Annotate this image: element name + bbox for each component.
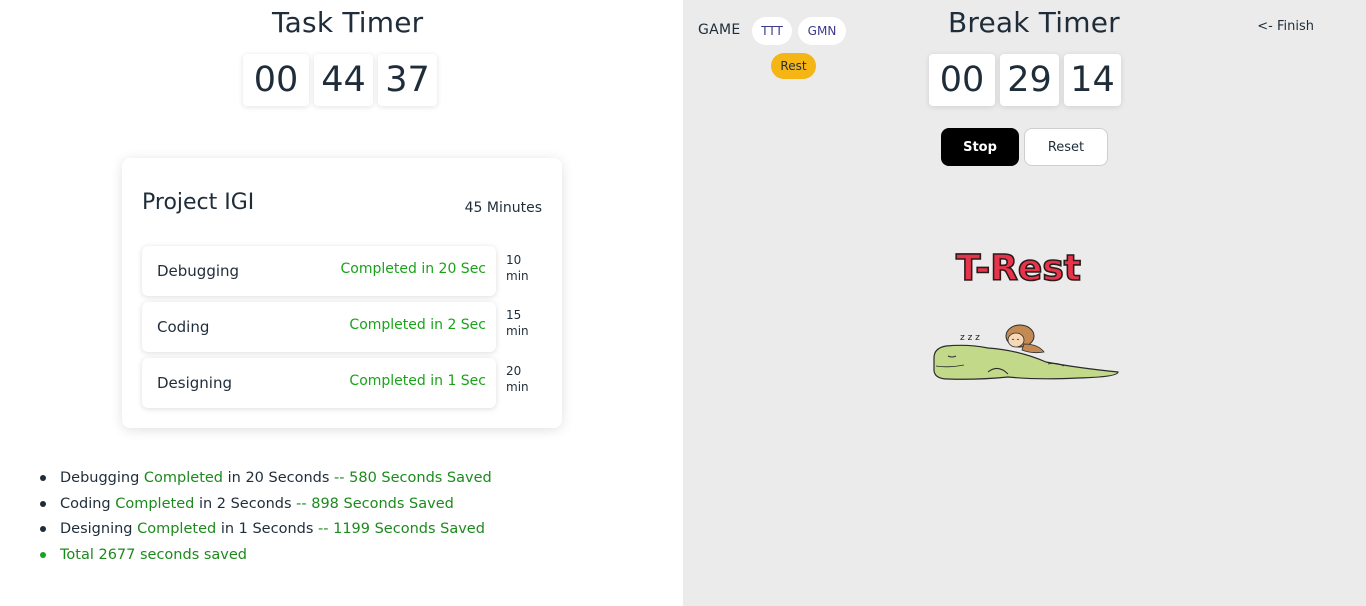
break-timer-minutes: 29 — [1000, 54, 1059, 106]
task-row[interactable]: Designing Completed in 1 Sec — [142, 358, 496, 408]
project-duration: 45 Minutes — [464, 200, 542, 216]
break-timer-title: Break Timer — [948, 6, 1120, 39]
summary-duration: in 2 Seconds — [198, 495, 292, 512]
task-panel: Task Timer 00 44 37 Project IGI 45 Minut… — [0, 0, 683, 606]
task-status: Completed in 2 Sec — [349, 317, 486, 333]
summary-saved: -- 898 Seconds Saved — [296, 495, 454, 512]
break-timer-hours: 00 — [929, 54, 995, 106]
ttt-game-button[interactable]: TTT — [752, 17, 792, 45]
summary-completed: Completed — [143, 470, 224, 486]
task-minutes-value: 20 — [506, 364, 522, 378]
t-rest-logo-text: T-Rest — [956, 248, 1081, 289]
break-panel: GAME TTT GMN Rest <- Finish Break Timer … — [683, 0, 1366, 606]
summary-task: Designing — [60, 521, 133, 537]
task-minutes: 15 min — [506, 307, 546, 339]
summary-duration: in 20 Seconds — [227, 470, 330, 486]
task-minutes-unit: min — [506, 269, 529, 283]
task-minutes-value: 15 — [506, 308, 522, 322]
summary-list: Debugging Completed in 20 Seconds -- 580… — [40, 466, 492, 568]
task-timer-seconds: 37 — [378, 54, 437, 106]
summary-duration: in 1 Seconds — [220, 521, 314, 537]
rest-button[interactable]: Rest — [771, 53, 816, 79]
task-row[interactable]: Coding Completed in 2 Sec — [142, 302, 496, 352]
game-label: GAME — [698, 22, 741, 38]
task-minutes-value: 10 — [506, 253, 522, 267]
task-timer-display: 00 44 37 — [243, 54, 437, 106]
summary-task: Debugging — [60, 470, 140, 486]
sleep-zzz-text: z z z — [960, 333, 980, 343]
summary-completed: Completed — [137, 521, 217, 537]
break-timer-display: 00 29 14 — [929, 54, 1121, 106]
break-timer-seconds: 14 — [1064, 54, 1121, 106]
task-name: Debugging — [157, 262, 240, 280]
summary-saved: -- 580 Seconds Saved — [334, 470, 492, 486]
summary-item: Debugging Completed in 20 Seconds -- 580… — [40, 466, 492, 492]
summary-total-text: Total 2677 seconds saved — [60, 546, 248, 563]
sleeping-person-icon — [1005, 324, 1045, 354]
task-status: Completed in 20 Sec — [340, 261, 486, 277]
task-name: Designing — [157, 374, 232, 392]
task-timer-title: Task Timer — [272, 6, 424, 39]
task-timer-hours: 00 — [243, 54, 309, 106]
summary-total: Total 2677 seconds saved — [40, 543, 492, 569]
task-status: Completed in 1 Sec — [349, 373, 486, 389]
summary-saved: -- 1199 Seconds Saved — [318, 521, 485, 537]
task-name: Coding — [157, 318, 210, 336]
summary-item: Designing Completed in 1 Seconds -- 1199… — [40, 517, 492, 543]
task-row[interactable]: Debugging Completed in 20 Sec — [142, 246, 496, 296]
finish-link[interactable]: <- Finish — [1257, 19, 1314, 34]
summary-completed: Completed — [115, 495, 195, 512]
summary-item: Coding Completed in 2 Seconds -- 898 Sec… — [40, 492, 492, 518]
project-title: Project IGI — [142, 190, 255, 215]
t-rest-illustration: T-Rest z z z — [933, 247, 1119, 380]
task-minutes-unit: min — [506, 324, 529, 338]
task-minutes: 10 min — [506, 252, 546, 284]
summary-task: Coding — [60, 495, 111, 512]
project-card: Project IGI 45 Minutes Debugging Complet… — [122, 158, 562, 428]
task-minutes: 20 min — [506, 363, 546, 395]
task-timer-minutes: 44 — [314, 54, 373, 106]
stop-button[interactable]: Stop — [941, 128, 1019, 166]
gmn-game-button[interactable]: GMN — [798, 17, 846, 45]
task-minutes-unit: min — [506, 380, 529, 394]
reset-button[interactable]: Reset — [1024, 128, 1108, 166]
